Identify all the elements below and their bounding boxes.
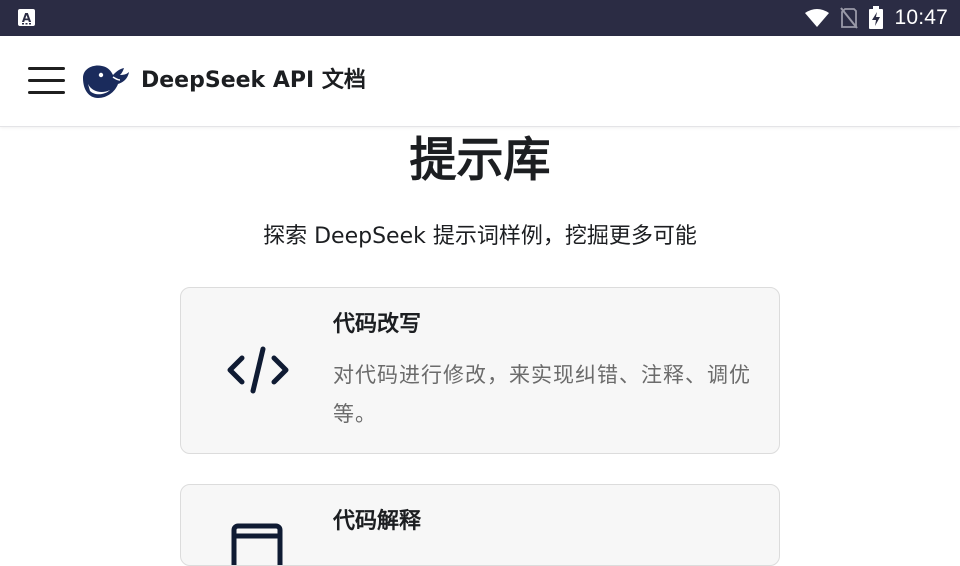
page-title: 提示库 xyxy=(409,133,551,188)
prompt-card-code-rewrite[interactable]: 代码改写 对代码进行修改，来实现纠错、注释、调优等。 xyxy=(180,287,780,454)
card-title: 代码解释 xyxy=(333,509,422,534)
accessibility-a-icon: A xyxy=(18,9,35,26)
terminal-window-icon xyxy=(231,523,283,565)
card-description: 对代码进行修改，来实现纠错、注释、调优等。 xyxy=(333,363,751,426)
page-subtitle: 探索 DeepSeek 提示词样例，挖掘更多可能 xyxy=(263,224,697,249)
app-title[interactable]: DeepSeek API 文档 xyxy=(141,66,366,96)
prompt-card-code-explain[interactable]: 代码解释 xyxy=(180,484,780,566)
card-title: 代码改写 xyxy=(333,312,422,337)
deepseek-whale-logo[interactable] xyxy=(80,62,130,100)
hamburger-menu-icon[interactable] xyxy=(28,67,65,95)
code-icon xyxy=(227,346,289,394)
wifi-icon xyxy=(805,9,830,27)
status-time: 10:47 xyxy=(894,6,948,29)
status-bar: A 10:47 xyxy=(0,0,960,36)
app-bar: DeepSeek API 文档 xyxy=(0,36,960,127)
no-sim-icon xyxy=(840,7,859,29)
status-icons: 10:47 xyxy=(794,0,948,36)
svg-text:A: A xyxy=(22,11,32,25)
battery-charging-icon xyxy=(869,6,884,29)
